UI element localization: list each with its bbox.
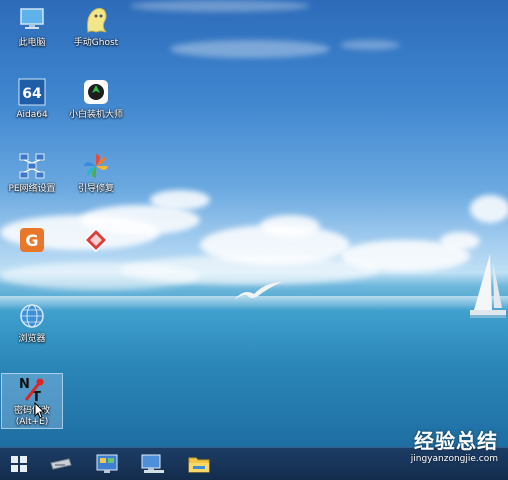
desktop-icon-pe-network[interactable]: PE网络设置 xyxy=(2,152,62,195)
icon-label: 浏览器 xyxy=(18,334,46,344)
network-computer-icon xyxy=(141,454,164,473)
desktop-icon-password-reset[interactable]: N T 密码修改 (Alt+E) xyxy=(1,373,63,429)
svg-text:G: G xyxy=(25,231,38,250)
desktop-icon-partition-tool[interactable]: G xyxy=(2,226,62,258)
wispy-cloud xyxy=(130,0,310,12)
desktop-icon-this-pc[interactable]: 此电脑 xyxy=(2,6,62,49)
ntpwd-icon: N T xyxy=(18,374,46,405)
desktop-icon-aida64[interactable]: 64 Aida64 xyxy=(2,78,62,121)
sailboat xyxy=(470,254,506,318)
partition-g-icon: G xyxy=(18,226,46,254)
watermark: 经验总结 jingyanzongjie.com xyxy=(411,425,498,464)
desktop-icon-browser[interactable]: 浏览器 xyxy=(2,302,62,345)
svg-text:N: N xyxy=(19,377,30,392)
taskbar-control-panel-button[interactable] xyxy=(92,451,122,477)
icon-label: 引导修复 xyxy=(77,184,114,194)
mouse-cursor-icon xyxy=(34,402,46,419)
aida64-icon: 64 xyxy=(18,78,46,106)
desktop-icon-manual-ghost[interactable]: 手动Ghost xyxy=(66,6,126,49)
windows-logo-icon xyxy=(11,456,27,472)
seagull xyxy=(234,282,282,300)
start-button[interactable] xyxy=(4,451,34,477)
desktop-icon-red-tool[interactable] xyxy=(66,226,126,258)
icon-label: 小白装机大师 xyxy=(68,110,123,120)
monitor-icon xyxy=(18,6,46,34)
icon-label: 手动Ghost xyxy=(73,38,119,48)
wispy-cloud xyxy=(340,40,400,50)
cloud xyxy=(440,232,480,250)
taskbar-drive-button[interactable] xyxy=(46,451,76,477)
svg-text:64: 64 xyxy=(22,86,42,102)
folder-icon xyxy=(188,457,210,473)
icon-label: PE网络设置 xyxy=(8,184,56,194)
icon-label: 密码修改 xyxy=(13,406,50,416)
globe-icon xyxy=(18,302,46,330)
control-panel-icon xyxy=(96,454,118,473)
taskbar-network-button[interactable] xyxy=(138,451,168,477)
icon-label: 此电脑 xyxy=(18,38,46,48)
cloud xyxy=(0,262,200,290)
cloud xyxy=(260,215,320,237)
wispy-cloud xyxy=(170,40,330,58)
desktop-icon-xiaobai-installer[interactable]: 小白装机大师 xyxy=(66,78,126,121)
taskbar-explorer-button[interactable] xyxy=(184,451,214,477)
icon-shortcut-label: (Alt+E) xyxy=(15,417,49,427)
drive-icon xyxy=(50,458,72,470)
watermark-title: 经验总结 xyxy=(414,429,498,453)
red-diamond-icon xyxy=(82,226,110,254)
cloud xyxy=(470,195,508,223)
desktop-background: 此电脑 手动Ghost 64 Aida64 小白装机大师 PE网络设置 引导修复… xyxy=(0,0,508,447)
xiaobai-icon xyxy=(82,78,110,106)
ghost-icon xyxy=(82,6,110,34)
icon-label: Aida64 xyxy=(16,110,48,120)
desktop-icon-boot-repair[interactable]: 引导修复 xyxy=(66,152,126,195)
pinwheel-icon xyxy=(82,152,110,180)
watermark-url: jingyanzongjie.com xyxy=(410,454,498,464)
network-icon xyxy=(18,152,46,180)
